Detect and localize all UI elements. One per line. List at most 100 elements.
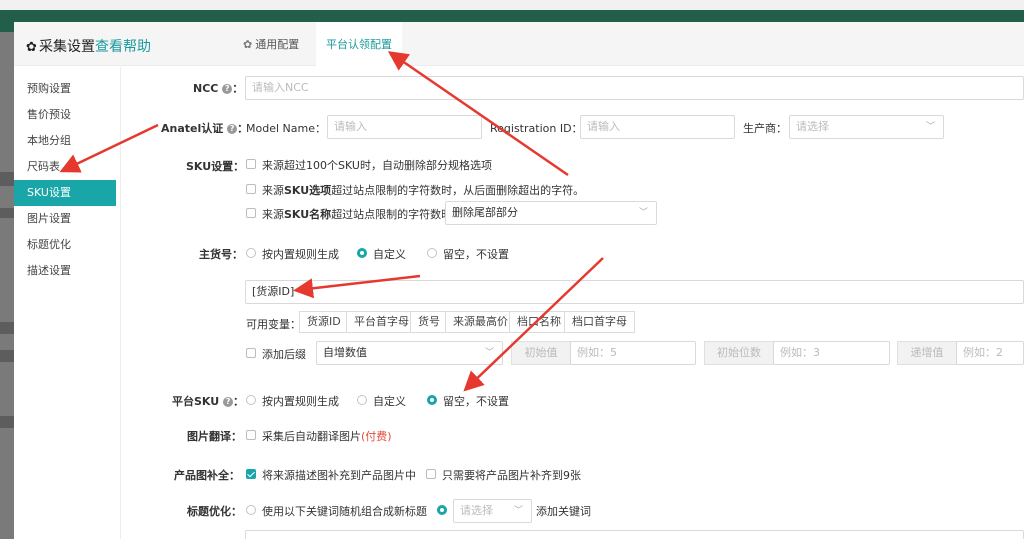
help-link[interactable]: 查看帮助 <box>95 39 151 55</box>
paid-badge: (付费) <box>361 430 392 443</box>
anatel-label-text: Anatel认证 <box>161 122 224 135</box>
add-keyword-link[interactable]: 添加关键词 <box>536 503 591 519</box>
sku-opt3-text: 来源SKU名称超过站点限制的字符数时， <box>262 206 463 222</box>
gear-icon: ✿ <box>26 40 37 55</box>
increment-input[interactable]: 例如：2 <box>956 341 1024 365</box>
suffix-type-value: 自增数值 <box>323 346 367 359</box>
main-sku-radio-builtin[interactable] <box>246 248 256 258</box>
chevron-down-icon: ﹀ <box>513 506 523 516</box>
title-keyword-radio-label: 使用以下关键词随机组合成新标题 <box>262 505 427 518</box>
platform-sku-radio-custom-label: 自定义 <box>373 395 406 408</box>
image-translate-opt: 采集后自动翻译图片 <box>262 430 361 443</box>
sku-name-trim-value: 删除尾部部分 <box>452 206 518 219</box>
var-tag-item-no[interactable]: 货号 <box>410 311 448 333</box>
registration-id-input[interactable]: 请输入 <box>580 115 735 139</box>
help-icon[interactable]: ? <box>227 124 238 134</box>
dialog-header: ✿ 采集设置查看帮助 ✿ 通用配置 平台认领配置 <box>14 22 1024 67</box>
add-suffix-checkbox[interactable] <box>246 348 256 358</box>
platform-sku-label: 平台SKU ?： <box>172 395 245 408</box>
sku-name-trim-select[interactable]: 删除尾部部分 ﹀ <box>445 201 657 225</box>
main-sku-radio-custom-label: 自定义 <box>373 248 406 261</box>
tab-general-config[interactable]: ✿ 通用配置 <box>233 22 309 66</box>
image-translate-checkbox[interactable] <box>246 430 256 440</box>
main-sku-radio-empty[interactable] <box>427 248 437 258</box>
gear-icon: ✿ <box>243 38 253 51</box>
chevron-down-icon: ﹀ <box>638 208 648 218</box>
main-sku-radio-empty-label: 留空，不设置 <box>443 248 509 261</box>
manufacturer-select[interactable]: 请选择 ﹀ <box>789 115 944 139</box>
sidebar-item-title-optimize[interactable]: 标题优化 <box>14 232 116 258</box>
var-tag-source-id[interactable]: 货源ID <box>299 311 349 333</box>
initial-digits-addon: 初始位数 <box>704 341 774 365</box>
help-icon[interactable]: ? <box>222 84 233 94</box>
title-keyword-radio[interactable] <box>246 505 256 515</box>
sidebar-item-preorder[interactable]: 预购设置 <box>14 76 116 102</box>
sku-opt2-checkbox[interactable] <box>246 184 256 194</box>
title-select-radio[interactable] <box>437 505 447 515</box>
ncc-label: NCC ?： <box>193 82 244 95</box>
tab-platform-claim-config[interactable]: 平台认领配置 <box>316 22 402 67</box>
image-fill-opt2-text: 只需要将产品图片补齐到9张 <box>442 469 581 482</box>
sku-opt2-text: 来源SKU选项超过站点限制的字符数时，从后面删除超出的字符。 <box>262 182 584 198</box>
chevron-down-icon: ﹀ <box>925 122 935 132</box>
sku-opt3-post: 超过站点限制的字符数时， <box>331 208 464 221</box>
add-suffix-label: 添加后缀 <box>262 348 306 361</box>
sku-settings-label: SKU设置： <box>186 160 245 173</box>
platform-sku-radio-empty[interactable] <box>427 395 437 405</box>
title-optimize-label: 标题优化： <box>187 505 242 518</box>
platform-sku-radio-builtin-label: 按内置规则生成 <box>262 395 339 408</box>
browser-toolbar-strip <box>0 0 1024 10</box>
increment-addon: 递增值 <box>897 341 957 365</box>
sku-opt2-post: 超过站点限制的字符数时，从后面删除超出的字符。 <box>331 184 585 197</box>
platform-sku-radio-builtin[interactable] <box>246 395 256 405</box>
platform-sku-label-text: 平台SKU <box>172 395 220 408</box>
initial-digits-input[interactable]: 例如：3 <box>773 341 890 365</box>
title-keyword-area[interactable] <box>245 530 1024 539</box>
available-vars-label: 可用变量： <box>246 318 301 331</box>
sku-opt3-pre: 来源 <box>262 208 284 221</box>
sku-opt2-pre: 来源 <box>262 184 284 197</box>
model-name-input[interactable]: 请输入 <box>327 115 482 139</box>
settings-sidebar: 预购设置 售价预设 本地分组 尺码表 SKU设置 图片设置 标题优化 描述设置 <box>14 67 121 539</box>
ncc-input[interactable]: 请输入NCC <box>245 76 1024 100</box>
suffix-type-select[interactable]: 自增数值 ﹀ <box>316 341 503 365</box>
dialog-title-text: 采集设置 <box>39 39 95 55</box>
sidebar-item-description[interactable]: 描述设置 <box>14 258 116 284</box>
initial-value-addon: 初始值 <box>511 341 571 365</box>
tab-platform-label: 平台认领配置 <box>326 38 392 51</box>
background-page-overlay <box>0 32 14 539</box>
sidebar-item-image-settings[interactable]: 图片设置 <box>14 206 116 232</box>
var-tag-stall-initial[interactable]: 档口首字母 <box>564 311 635 333</box>
main-sku-radio-custom[interactable] <box>357 248 367 258</box>
sku-opt1-checkbox[interactable] <box>246 159 256 169</box>
sidebar-item-sku-settings[interactable]: SKU设置 <box>14 180 116 206</box>
title-keyword-select-value: 请选择 <box>460 504 493 517</box>
platform-sku-radio-custom[interactable] <box>357 395 367 405</box>
main-sku-label: 主货号： <box>199 248 243 261</box>
anatel-label: Anatel认证 ?： <box>161 122 249 135</box>
sidebar-item-local-group[interactable]: 本地分组 <box>14 128 116 154</box>
sku-opt3-checkbox[interactable] <box>246 208 256 218</box>
image-fill-opt2-checkbox[interactable] <box>426 469 436 479</box>
manufacturer-label: 生产商： <box>743 122 787 135</box>
var-tag-stall-name[interactable]: 档口名称 <box>509 311 569 333</box>
main-sku-template-input[interactable]: [货源ID] <box>245 280 1024 304</box>
image-translate-text: 采集后自动翻译图片(付费) <box>262 428 392 444</box>
image-translate-label: 图片翻译： <box>187 430 242 443</box>
sidebar-item-price-preset[interactable]: 售价预设 <box>14 102 116 128</box>
chevron-down-icon: ﹀ <box>484 348 494 358</box>
initial-value-input[interactable]: 例如：5 <box>570 341 696 365</box>
sidebar-item-size-chart[interactable]: 尺码表 <box>14 154 116 180</box>
image-fill-opt1-checkbox[interactable] <box>246 469 256 479</box>
image-fill-label: 产品图补全： <box>174 469 240 482</box>
var-tag-max-price[interactable]: 来源最高价 <box>445 311 516 333</box>
dialog-title: ✿ 采集设置查看帮助 <box>26 36 151 56</box>
tab-general-label: 通用配置 <box>255 38 300 51</box>
help-icon[interactable]: ? <box>223 397 234 407</box>
title-keyword-select[interactable]: 请选择 ﹀ <box>453 499 532 523</box>
sku-opt3-bold: SKU名称 <box>284 208 332 221</box>
var-tag-platform-initial[interactable]: 平台首字母 <box>346 311 417 333</box>
registration-id-label: Registration ID： <box>490 122 583 135</box>
ncc-label-text: NCC <box>193 82 219 95</box>
manufacturer-select-value: 请选择 <box>796 120 829 133</box>
